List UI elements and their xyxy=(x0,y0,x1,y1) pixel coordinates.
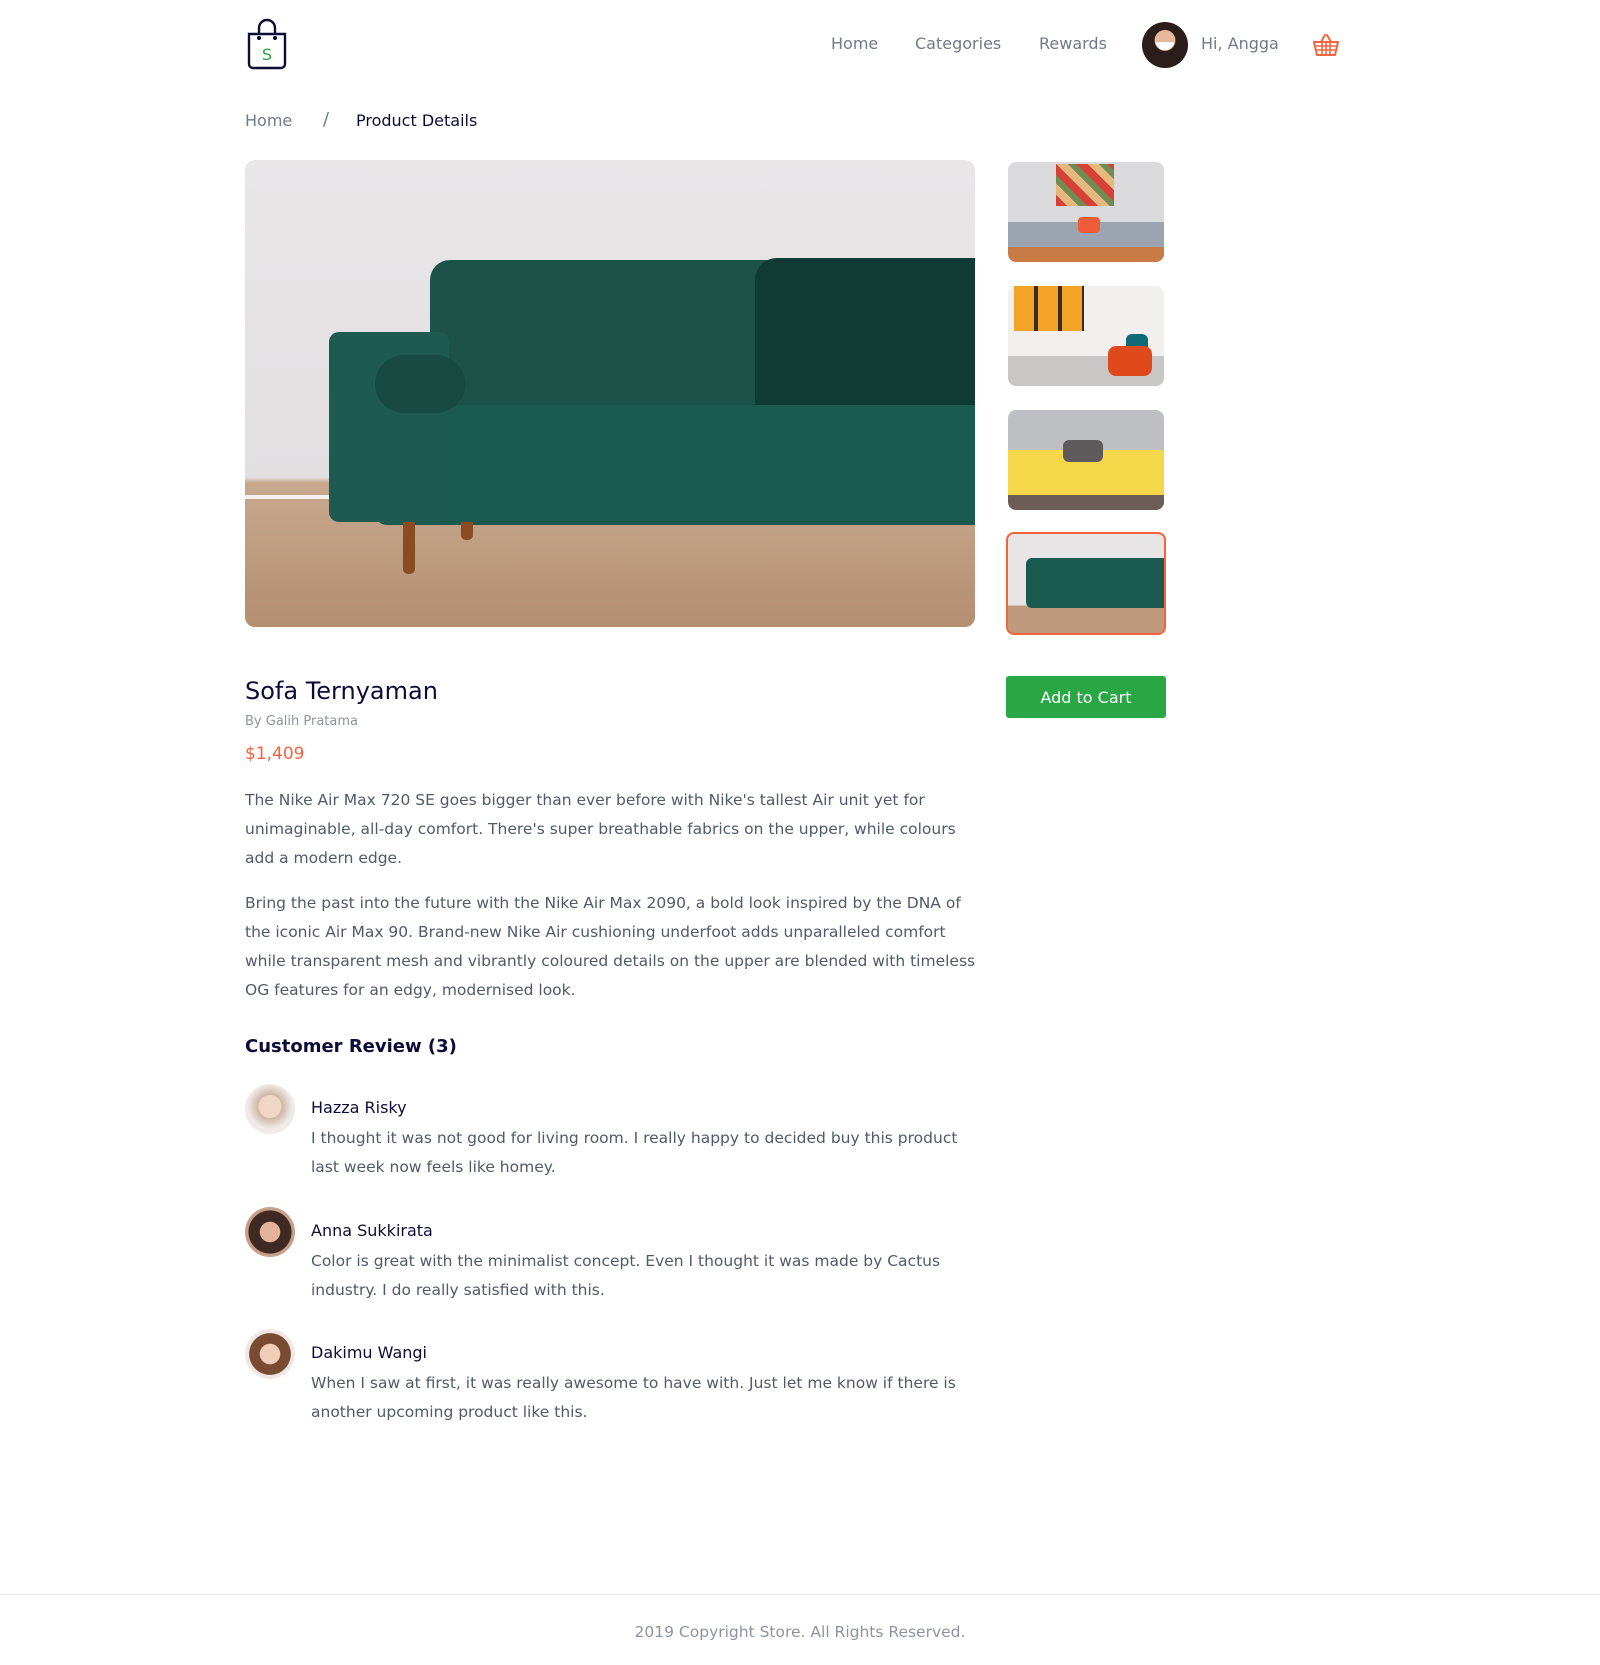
product-description: The Nike Air Max 720 SE goes bigger than… xyxy=(245,791,956,867)
nav-categories[interactable]: Categories xyxy=(915,34,1001,53)
site-header: S Home Categories Rewards Hi, Angga xyxy=(0,0,1600,90)
user-greeting[interactable]: Hi, Angga xyxy=(1201,34,1279,53)
thumbnail-art xyxy=(1014,286,1084,331)
thumbnail-sofa xyxy=(1026,558,1164,608)
footer-divider xyxy=(0,1594,1600,1595)
user-avatar[interactable] xyxy=(1142,22,1188,68)
thumbnail-pillow xyxy=(1078,217,1100,233)
product-title: Sofa Ternyaman xyxy=(245,677,438,705)
sofa-bolster-pillow xyxy=(375,355,465,413)
thumbnail-pillow xyxy=(1108,346,1152,376)
reviewer-name: Anna Sukkirata xyxy=(311,1221,433,1240)
reviewer-avatar xyxy=(245,1207,295,1257)
review-text: Color is great with the minimalist conce… xyxy=(311,1252,941,1299)
thumbnail-art xyxy=(1056,164,1114,206)
basket-icon[interactable] xyxy=(1312,32,1340,58)
footer-copyright: 2019 Copyright Store. All Rights Reserve… xyxy=(634,1623,966,1641)
product-main-image xyxy=(245,160,975,627)
reviewer-avatar xyxy=(245,1084,295,1134)
product-thumbnail-4-selected[interactable] xyxy=(1006,532,1166,635)
product-description: Bring the past into the future with the … xyxy=(245,894,976,999)
shopping-bag-icon[interactable]: S xyxy=(245,18,289,70)
review-text: When I saw at first, it was really aweso… xyxy=(311,1374,956,1421)
logo-letter: S xyxy=(262,45,272,64)
product-price: $1,409 xyxy=(245,744,305,764)
reviewer-name: Hazza Risky xyxy=(311,1098,407,1117)
add-to-cart-button[interactable]: Add to Cart xyxy=(1006,676,1166,718)
breadcrumb-current: Product Details xyxy=(356,111,478,130)
product-thumbnail-1[interactable] xyxy=(1008,162,1164,262)
sofa-seat xyxy=(375,405,975,525)
product-thumbnail-2[interactable] xyxy=(1008,286,1164,386)
product-thumbnail-3[interactable] xyxy=(1008,410,1164,510)
reviewer-avatar xyxy=(245,1329,295,1379)
sofa-leg xyxy=(461,522,473,540)
sofa-back-cushion xyxy=(755,258,975,408)
breadcrumb-home[interactable]: Home xyxy=(245,111,292,130)
sofa-leg xyxy=(403,522,415,574)
nav-home[interactable]: Home xyxy=(831,34,878,53)
thumbnail-pillow xyxy=(1063,440,1103,462)
customer-review-heading: Customer Review (3) xyxy=(245,1036,457,1057)
nav-rewards[interactable]: Rewards xyxy=(1039,34,1107,53)
product-author: By Galih Pratama xyxy=(245,714,358,729)
breadcrumb-separator: / xyxy=(323,109,330,130)
reviewer-name: Dakimu Wangi xyxy=(311,1343,427,1362)
review-text: I thought it was not good for living roo… xyxy=(311,1129,958,1176)
